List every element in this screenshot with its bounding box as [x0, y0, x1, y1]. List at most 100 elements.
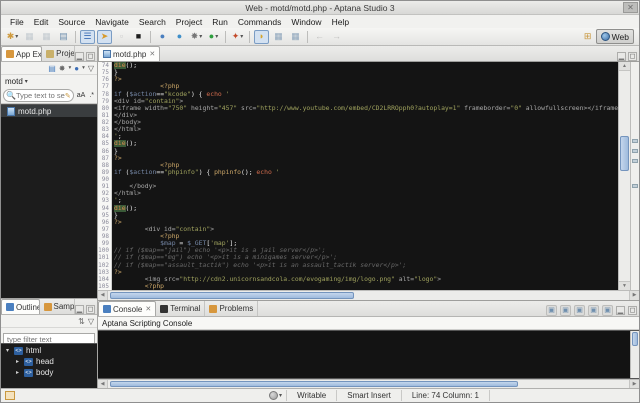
menu-source[interactable]: Source: [53, 17, 90, 27]
clear-console-icon[interactable]: ▣: [546, 305, 557, 316]
minimize-icon[interactable]: ▁: [75, 305, 84, 314]
web-perspective-button[interactable]: Web: [596, 29, 634, 44]
scroll-down-icon[interactable]: ▼: [619, 281, 630, 290]
menu-file[interactable]: File: [5, 17, 29, 27]
view-menu-icon[interactable]: ▽: [88, 64, 94, 73]
snippets-view-button[interactable]: ▦: [288, 30, 303, 44]
console-vertical-scrollbar[interactable]: [630, 331, 639, 378]
open-console-icon[interactable]: ▣: [602, 305, 613, 316]
link-with-editor-button[interactable]: ➤: [97, 30, 112, 44]
outline-node-body[interactable]: ▸<>body: [1, 367, 97, 378]
samples-view-button[interactable]: ▦: [271, 30, 286, 44]
annotation-mark[interactable]: [632, 139, 638, 143]
code-text: die();: [112, 62, 137, 69]
file-item-motd.php[interactable]: motd.php: [1, 105, 97, 117]
scroll-up-icon[interactable]: ▲: [619, 62, 630, 71]
terminal-button[interactable]: ■: [131, 30, 146, 44]
save-button: ▦: [22, 30, 37, 44]
scroll-lock-icon[interactable]: ▣: [560, 305, 571, 316]
menu-navigate[interactable]: Navigate: [90, 17, 134, 27]
toggle-list-view-button-icon: ☰: [83, 32, 91, 41]
view-menu-icon[interactable]: ▽: [88, 317, 94, 326]
tab-console[interactable]: Console✕: [98, 301, 156, 316]
close-icon[interactable]: ✕: [149, 50, 155, 58]
collapse-icon[interactable]: ▾: [4, 347, 11, 354]
scroll-left-icon[interactable]: ◀: [98, 291, 108, 300]
annotation-mark[interactable]: [632, 159, 638, 163]
annotation-mark[interactable]: [632, 184, 638, 188]
run-web-button[interactable]: ●: [155, 30, 170, 44]
toggle-list-view-button[interactable]: ☰: [80, 30, 95, 44]
menu-help[interactable]: Help: [327, 17, 354, 27]
minimize-icon[interactable]: ▁: [617, 52, 626, 61]
menu-window[interactable]: Window: [286, 17, 326, 27]
code-area[interactable]: 74die();75}76?>77 <?php78if ($action=="k…: [98, 62, 618, 290]
overview-ruler[interactable]: [630, 62, 639, 290]
horizontal-scroll-thumb[interactable]: [110, 292, 354, 299]
console-hscroll-thumb[interactable]: [110, 381, 518, 387]
menu-edit[interactable]: Edit: [29, 17, 54, 27]
menu-search[interactable]: Search: [134, 17, 171, 27]
debug-wand-button[interactable]: ✦▾: [230, 30, 245, 44]
print-button[interactable]: ▤: [56, 30, 71, 44]
console-horizontal-scrollbar[interactable]: ◀ ▶: [98, 379, 639, 388]
scroll-right-icon[interactable]: ▶: [629, 380, 639, 388]
regex-button[interactable]: .*: [88, 92, 95, 99]
sort-icon[interactable]: ⇅: [78, 317, 85, 326]
expand-icon[interactable]: ▸: [14, 358, 21, 365]
code-line: 105 <?php: [98, 283, 618, 290]
display-selected-console-icon[interactable]: ▣: [588, 305, 599, 316]
annotation-mark[interactable]: [632, 149, 638, 153]
gear-icon[interactable]: ✸: [59, 64, 66, 73]
minimize-icon[interactable]: ▁: [616, 306, 625, 315]
maximize-icon[interactable]: ◻: [86, 305, 95, 314]
web-perspective-label: Web: [612, 32, 629, 42]
console-output[interactable]: [98, 331, 630, 378]
editor-vertical-scrollbar[interactable]: ▲ ▼: [618, 62, 630, 290]
tab-outline[interactable]: Outline ✕: [1, 299, 40, 314]
columns-icon[interactable]: ▤: [48, 64, 56, 73]
window-close-button[interactable]: ✕: [623, 2, 638, 13]
maximize-icon[interactable]: ◻: [628, 52, 637, 61]
vertical-scroll-thumb[interactable]: [620, 136, 629, 171]
code-text: <?php: [112, 162, 179, 169]
tab-terminal[interactable]: Terminal: [156, 301, 205, 316]
tab-projects[interactable]: Projec...: [42, 46, 75, 61]
sync-icon[interactable]: ●: [74, 64, 79, 73]
menu-commands[interactable]: Commands: [233, 17, 286, 27]
code-line: 74die();: [98, 62, 618, 69]
code-text: <?php: [112, 233, 179, 240]
editor-horizontal-scrollbar[interactable]: ◀ ▶: [98, 290, 639, 300]
external-tools-button[interactable]: ✸▾: [189, 30, 204, 44]
case-sensitive-button[interactable]: aA: [76, 92, 87, 99]
tab-problems[interactable]: Problems: [205, 301, 258, 316]
pin-console-icon[interactable]: ▣: [574, 305, 585, 316]
new-wizard-button[interactable]: ✱▾: [5, 30, 20, 44]
console-scroll-thumb[interactable]: [632, 332, 638, 346]
search-input[interactable]: [16, 91, 65, 100]
outline-node-html[interactable]: ▾<>html: [1, 345, 97, 356]
menu-project[interactable]: Project: [171, 17, 207, 27]
expand-icon[interactable]: ▸: [14, 369, 21, 376]
search-box[interactable]: 🔍 ✎: [3, 89, 74, 102]
project-selector[interactable]: motd ▾: [1, 75, 97, 88]
maximize-icon[interactable]: ◻: [86, 52, 95, 61]
outline-node-head[interactable]: ▸<>head: [1, 356, 97, 367]
fast-view-icon[interactable]: [5, 391, 15, 400]
code-text: </html>: [112, 126, 141, 133]
scroll-left-icon[interactable]: ◀: [98, 380, 108, 388]
preview-browser-button[interactable]: ●: [172, 30, 187, 44]
maximize-icon[interactable]: ◻: [628, 306, 637, 315]
bundle-button[interactable]: ◗: [254, 30, 269, 44]
menu-run[interactable]: Run: [207, 17, 233, 27]
close-icon[interactable]: ✕: [145, 305, 151, 313]
globe-status-icon[interactable]: [269, 391, 278, 400]
run-button[interactable]: ●▾: [206, 30, 221, 44]
scroll-right-icon[interactable]: ▶: [629, 291, 639, 300]
tab-samples[interactable]: Samples: [40, 299, 76, 314]
editor-tab-motd-php[interactable]: motd.php ✕: [98, 46, 160, 61]
open-perspective-button[interactable]: ⊞: [580, 30, 596, 44]
code-line: 91 </body>: [98, 183, 618, 190]
minimize-icon[interactable]: ▁: [75, 52, 84, 61]
tab-app-explorer[interactable]: App Ex... ✕: [1, 46, 42, 61]
